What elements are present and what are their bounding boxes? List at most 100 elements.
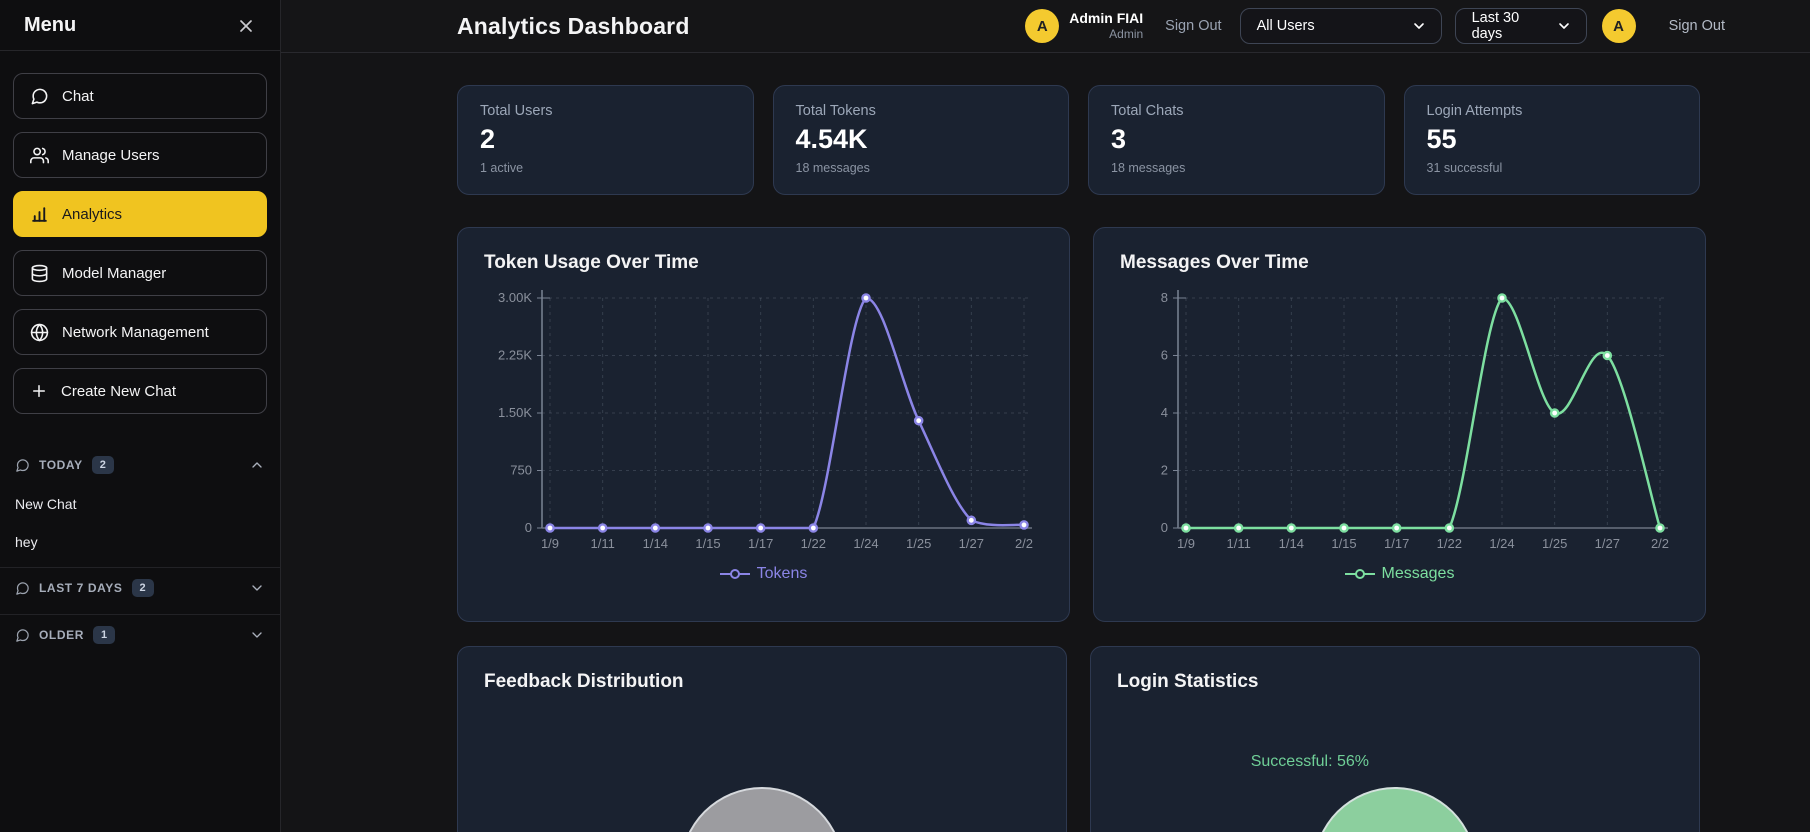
sidebar-item-analytics[interactable]: Analytics — [13, 191, 267, 237]
svg-text:1/14: 1/14 — [643, 536, 668, 551]
login-statistics-card: Login Statistics Successful: 56% — [1090, 646, 1700, 832]
stat-value: 4.54K — [795, 124, 868, 154]
top-bar: Analytics Dashboard A Admin FIAI Admin S… — [281, 0, 1810, 53]
stat-subtext: 31 successful — [1426, 161, 1503, 175]
svg-text:2.25K: 2.25K — [498, 348, 532, 363]
svg-text:1/15: 1/15 — [695, 536, 720, 551]
section-label: OLDER — [39, 628, 84, 642]
messages-legend: Messages — [1120, 565, 1679, 583]
messages-card: Messages Over Time 0 2 4 6 8 1/9 1/11 1/14 1/15 1… — [1093, 227, 1706, 622]
sidebar-item-label: Manage Users — [62, 146, 160, 164]
svg-text:1/27: 1/27 — [959, 536, 984, 551]
svg-text:1/14: 1/14 — [1279, 536, 1304, 551]
chat-bubble-icon — [15, 458, 30, 473]
token-usage-chart: 0 750 1.50K 2.25K 3.00K 1/9 1/11 1/14 1/15 1/17 1/… — [484, 284, 1043, 563]
create-new-chat-button[interactable]: Create New Chat — [13, 368, 267, 414]
section-count-badge: 2 — [91, 456, 114, 474]
chat-history-item[interactable]: hey — [0, 523, 280, 561]
sidebar-item-network-management[interactable]: Network Management — [13, 309, 267, 355]
section-today[interactable]: TODAY 2 — [0, 445, 280, 485]
charts-row: Token Usage Over Time 0 750 1.50K 2.25K 3.00… — [457, 227, 1706, 622]
sidebar-nav: Chat Manage Users Analytics Model Manage… — [0, 51, 280, 414]
stat-card-total-chats: Total Chats 3 18 messages — [1088, 85, 1385, 195]
legend-marker-icon — [1344, 569, 1375, 579]
stat-value: 55 — [1426, 124, 1457, 154]
svg-text:4: 4 — [1161, 405, 1168, 420]
section-label: LAST 7 DAYS — [39, 581, 123, 595]
svg-text:1/22: 1/22 — [1437, 536, 1462, 551]
section-older[interactable]: OLDER 1 — [0, 615, 280, 655]
feedback-distribution-card: Feedback Distribution — [457, 646, 1067, 832]
stat-subtext: 18 messages — [795, 161, 870, 175]
user-name: Admin FIAI — [1069, 9, 1144, 26]
section-last-7-days[interactable]: LAST 7 DAYS 2 — [0, 568, 280, 608]
sign-out-link[interactable]: Sign Out — [1165, 18, 1221, 34]
analytics-dashboard: Total Users 2 1 active Total Tokens 4.54… — [281, 53, 1810, 832]
svg-text:1/27: 1/27 — [1595, 536, 1620, 551]
svg-text:1/17: 1/17 — [1384, 536, 1409, 551]
sidebar: Menu Chat Manage Users Analytics Model M… — [0, 0, 281, 832]
stat-card-total-tokens: Total Tokens 4.54K 18 messages — [772, 85, 1069, 195]
svg-text:1/11: 1/11 — [590, 536, 614, 551]
sidebar-item-chat[interactable]: Chat — [13, 73, 267, 119]
globe-icon — [30, 323, 49, 342]
svg-text:8: 8 — [1161, 290, 1168, 305]
stat-subtext: 1 active — [480, 161, 524, 175]
chat-bubble-icon — [15, 581, 30, 596]
token-usage-legend: Tokens — [484, 565, 1043, 583]
sidebar-item-label: Chat — [62, 87, 94, 105]
legend-marker-icon — [719, 569, 750, 579]
user-role: Admin — [1109, 27, 1144, 42]
stats-row: Total Users 2 1 active Total Tokens 4.54… — [457, 85, 1700, 195]
stat-value: 2 — [480, 124, 496, 154]
bottom-row: Feedback Distribution Login Statistics S… — [457, 646, 1700, 832]
svg-text:6: 6 — [1161, 348, 1168, 363]
sidebar-item-label: Model Manager — [62, 264, 167, 282]
feedback-pie-chart — [680, 787, 844, 832]
chevron-down-icon — [1411, 18, 1427, 34]
sidebar-item-model-manager[interactable]: Model Manager — [13, 250, 267, 296]
login-pie-chart — [1313, 787, 1477, 832]
sidebar-item-manage-users[interactable]: Manage Users — [13, 132, 267, 178]
database-icon — [30, 264, 49, 283]
token-usage-card: Token Usage Over Time 0 750 1.50K 2.25K 3.00… — [457, 227, 1070, 622]
chart-title: Feedback Distribution — [484, 671, 684, 692]
svg-text:1/24: 1/24 — [1489, 536, 1514, 551]
stat-label: Total Tokens — [795, 103, 876, 119]
user-meta: Admin FIAI Admin — [1069, 10, 1143, 43]
svg-text:1.50K: 1.50K — [498, 405, 532, 420]
bar-chart-icon — [30, 205, 49, 224]
pie-slice-label: Successful: 56% — [1250, 753, 1370, 770]
sidebar-item-label: Network Management — [62, 323, 209, 341]
sign-out-link-secondary[interactable]: Sign Out — [1669, 18, 1725, 34]
avatar: A — [1601, 9, 1636, 43]
stat-label: Total Chats — [1111, 103, 1184, 119]
chart-title: Token Usage Over Time — [484, 252, 699, 273]
plus-icon — [30, 382, 48, 400]
sidebar-item-label: Create New Chat — [61, 382, 177, 400]
chevron-down-icon — [249, 580, 265, 596]
stat-card-total-users: Total Users 2 1 active — [457, 85, 754, 195]
chat-history-item[interactable]: New Chat — [0, 485, 280, 523]
close-sidebar-button[interactable] — [236, 16, 256, 36]
svg-text:1/25: 1/25 — [906, 536, 931, 551]
svg-text:2/2: 2/2 — [1015, 536, 1033, 551]
section-count-badge: 2 — [131, 579, 154, 597]
users-icon — [30, 146, 49, 165]
svg-text:1/22: 1/22 — [801, 536, 826, 551]
close-icon — [240, 19, 252, 32]
chevron-down-icon — [249, 627, 265, 643]
svg-text:1/24: 1/24 — [853, 536, 878, 551]
svg-text:0: 0 — [1161, 520, 1168, 535]
svg-text:1/25: 1/25 — [1542, 536, 1567, 551]
chart-title: Login Statistics — [1117, 671, 1259, 692]
svg-text:750: 750 — [510, 463, 532, 478]
sidebar-item-label: Analytics — [62, 205, 123, 223]
stat-card-login-attempts: Login Attempts 55 31 successful — [1403, 85, 1700, 195]
date-range-select[interactable]: Last 30 days — [1454, 8, 1587, 44]
chart-title: Messages Over Time — [1120, 252, 1309, 273]
chat-history: TODAY 2 New Chat hey LAST 7 DAYS 2 OLDER — [0, 427, 280, 655]
section-count-badge: 1 — [93, 626, 116, 644]
user-filter-select[interactable]: All Users — [1239, 8, 1442, 44]
svg-text:2/2: 2/2 — [1651, 536, 1669, 551]
